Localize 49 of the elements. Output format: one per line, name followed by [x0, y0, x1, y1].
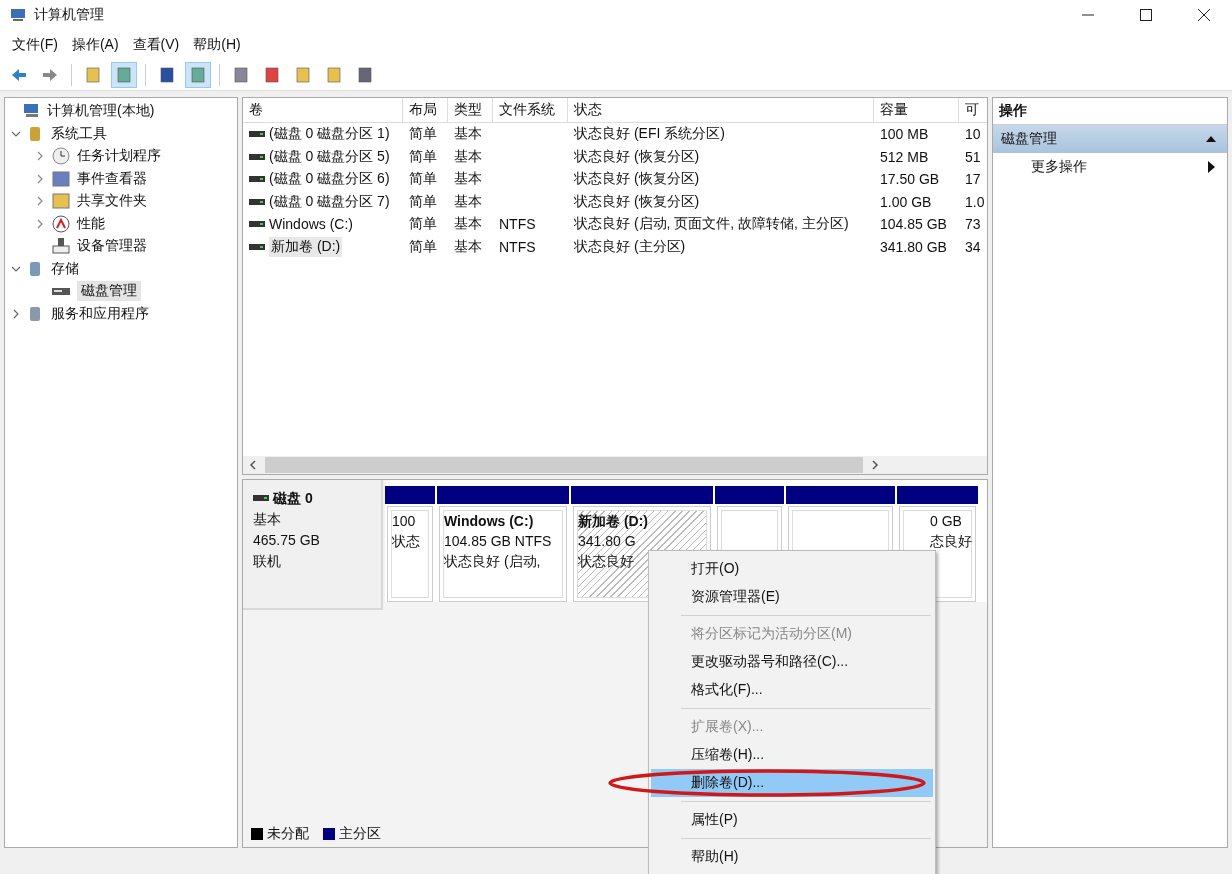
partition-info: 态良好: [930, 532, 972, 551]
table-cell: 51: [965, 148, 981, 165]
disk-status: 联机: [253, 552, 282, 571]
partition-name: Windows (C:): [444, 512, 534, 531]
legend-label: 主分区: [339, 825, 381, 843]
table-cell: 341.80 GB: [880, 238, 947, 255]
partition-info: 状态: [392, 532, 420, 551]
table-cell: 基本: [454, 147, 482, 166]
disk-size: 465.75 GB: [253, 531, 321, 550]
partition-info: 104.85 GB NTFS: [444, 532, 552, 551]
table-cell: 34: [965, 238, 981, 255]
partition-info: 341.80 G: [578, 532, 636, 551]
table-cell: 状态良好 (恢复分区): [574, 192, 700, 211]
table-cell: 简单: [409, 237, 437, 256]
table-cell: 10: [965, 126, 981, 143]
disk-type: 基本: [253, 510, 282, 529]
table-cell: 基本: [454, 192, 482, 211]
table-cell: 17.50 GB: [880, 171, 940, 188]
window-title: 计算机管理: [34, 6, 104, 24]
table-cell: 1.0: [965, 193, 985, 210]
table-cell: 状态良好 (启动, 页面文件, 故障转储, 主分区): [574, 215, 849, 234]
table-cell: 状态良好 (恢复分区): [574, 170, 700, 189]
table-cell: 73: [965, 216, 981, 233]
table-cell: 基本: [454, 170, 482, 189]
table-cell: 100 MB: [880, 126, 929, 143]
table-cell: 状态良好 (主分区): [574, 237, 686, 256]
partition-info: 100: [392, 512, 416, 531]
table-cell: 简单: [409, 170, 437, 189]
table-cell: 简单: [409, 125, 437, 144]
partition-info: 状态良好 (启动,: [444, 552, 541, 571]
partition-name: 新加卷 (D:): [578, 512, 648, 531]
partition-info: 0 GB: [930, 512, 962, 531]
table-cell: 基本: [454, 125, 482, 144]
table-cell: 简单: [409, 192, 437, 211]
table-cell: NTFS: [499, 216, 536, 233]
table-cell: 简单: [409, 215, 437, 234]
legend-label: 未分配: [267, 825, 309, 843]
disk-name: 磁盘 0: [273, 489, 313, 508]
table-cell: 简单: [409, 147, 437, 166]
table-cell: 基本: [454, 215, 482, 234]
table-cell: 基本: [454, 237, 482, 256]
table-cell: 状态良好 (EFI 系统分区): [574, 125, 725, 144]
table-cell: 104.85 GB: [880, 216, 947, 233]
table-cell: NTFS: [499, 238, 536, 255]
table-cell: 17: [965, 171, 981, 188]
table-cell: 状态良好 (恢复分区): [574, 147, 700, 166]
table-cell: 512 MB: [880, 148, 929, 165]
partition-info: 状态良好: [578, 552, 634, 571]
table-cell: 1.00 GB: [880, 193, 932, 210]
